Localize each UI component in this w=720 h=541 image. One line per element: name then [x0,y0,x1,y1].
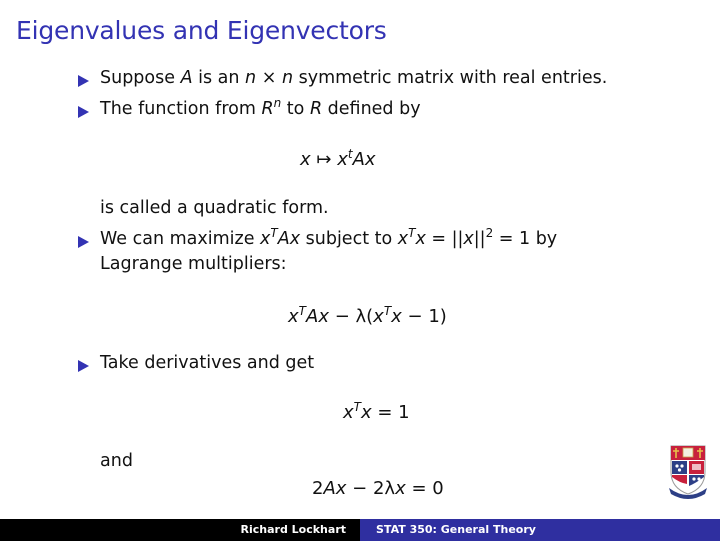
math-num: 2 [312,478,324,499]
math-var: A [180,68,193,88]
bullet-3: We can maximize xTAx subject to xTx = ||… [100,226,558,249]
text: symmetric matrix with real entries. [293,68,608,88]
math-sup: T [298,304,306,318]
math-var: x [463,229,474,249]
math-var: x [260,229,271,249]
text: The function from [100,99,262,119]
equation-lagrangian: xTAx − λ(xTx − 1) [288,304,447,327]
math-var: x [300,149,311,170]
and-label: and [100,451,133,471]
math-var: x [397,229,409,249]
text: defined by [322,99,421,119]
math-var: Ax [352,149,376,170]
bullet-1: Suppose A is an n × n symmetric matrix w… [100,68,607,88]
footer-author: Richard Lockhart [0,519,360,541]
bullet-icon [78,360,89,372]
math-var: x [288,306,299,327]
slide-title: Eigenvalues and Eigenvectors [16,16,387,45]
text: is an [192,68,246,88]
university-crest-icon [669,445,707,499]
math-op: = 1 [371,402,410,423]
math-var: x [373,306,384,327]
math-var: n [281,68,294,88]
math-var: x [415,229,426,249]
text: subject to [300,229,398,249]
quadratic-form-note: is called a quadratic form. [100,198,329,218]
math-op: − 1) [401,306,447,327]
math-var: x [337,149,348,170]
bullet-icon [78,75,89,87]
bullet-icon [78,106,89,118]
equation-eigen: 2Ax − 2λx = 0 [312,478,444,499]
text: × [256,68,282,88]
math-op: − λ( [328,306,374,327]
math-var: R [261,99,274,119]
math-op: = 0 [405,478,444,499]
math-var: n [245,68,257,88]
math-sup: T [270,226,278,240]
equation-constraint: xTx = 1 [343,400,410,423]
text: = 1 by [493,229,558,249]
math-var: R [309,99,323,119]
text: || [473,229,486,249]
footer-bar: Richard Lockhart STAT 350: General Theor… [0,519,720,541]
math-var: Ax [323,478,347,499]
bullet-3-line2: Lagrange multipliers: [100,254,287,274]
math-var: Ax [306,306,329,327]
math-op: ↦ [310,149,338,170]
bullet-4: Take derivatives and get [100,353,315,373]
text: to [281,99,310,119]
bullet-icon [78,236,89,248]
math-sup: T [353,400,361,414]
math-op: − 2λ [346,478,396,499]
math-var: x [395,478,406,499]
footer-course: STAT 350: General Theory [360,519,720,541]
text: We can maximize [100,229,261,249]
math-var: x [391,306,402,327]
math-var: x [361,402,372,423]
text: = || [425,229,464,249]
text: Suppose [100,68,181,88]
math-var: x [343,402,354,423]
bullet-2: The function from Rn to R defined by [100,97,421,119]
equation-quadratic-map: x ↦ xtAx [300,148,376,170]
math-var: Ax [277,229,301,249]
